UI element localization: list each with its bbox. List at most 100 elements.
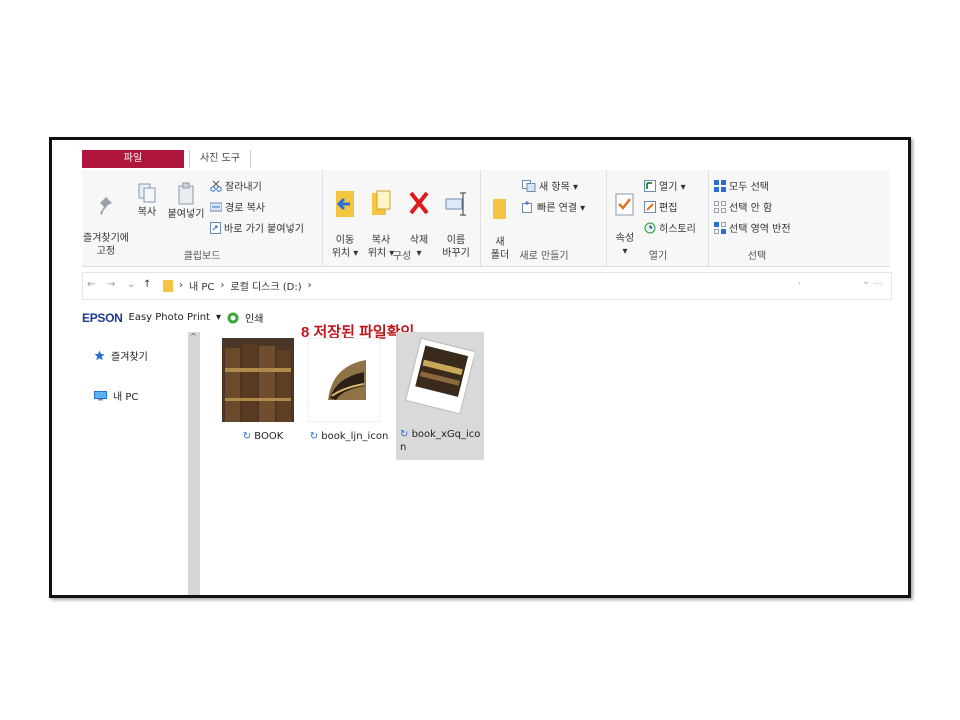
- pin-icon: [100, 197, 112, 215]
- edit-button[interactable]: 편집: [644, 199, 677, 214]
- file-name: ↻ book_xGq_ico n: [396, 428, 484, 454]
- address-trailing-dot: .: [797, 276, 801, 287]
- select-all-label: 모두 선택: [729, 182, 769, 193]
- select-none-icon: [714, 200, 726, 213]
- star-icon: [94, 350, 105, 361]
- file-item[interactable]: ↻ BOOK: [222, 334, 304, 452]
- copy-path-label: 경로 복사: [225, 203, 265, 214]
- epson-toolbar: EPSON Easy Photo Print ▾ 인쇄: [82, 310, 263, 326]
- file-thumbnail: [308, 338, 380, 422]
- file-item[interactable]: ↻ book_ljn_icon: [308, 334, 390, 452]
- folder-icon: [493, 199, 506, 219]
- address-bar[interactable]: ← → ⌄ ↑ › 내 PC › 로컬 디스크 (D:) › . ⌄ ...: [82, 272, 892, 300]
- paste-shortcut-button[interactable]: 바로 가기 붙여넣기: [210, 220, 304, 235]
- tab-file[interactable]: 파일: [82, 150, 184, 168]
- history-label: 히스토리: [659, 224, 696, 235]
- ribbon: 즐겨찾기에 고정 복사 붙여넣기 잘라내기 경로 복사 바로 가기 붙여넣기 클…: [82, 170, 890, 267]
- up-button[interactable]: ↑: [143, 279, 151, 290]
- scroll-up-arrow[interactable]: ^: [190, 332, 197, 341]
- easy-access-button[interactable]: 빠른 연결 ▾: [522, 199, 585, 214]
- file-thumbnail: [404, 337, 474, 415]
- select-all-icon: [714, 179, 726, 192]
- print-icon: [227, 312, 239, 323]
- sync-icon: ↻: [400, 429, 409, 440]
- rename-icon: [445, 192, 466, 216]
- file-item-selected[interactable]: ↻ book_xGq_ico n: [396, 332, 484, 460]
- address-dropdown[interactable]: ⌄ ...: [862, 276, 883, 287]
- properties-check-icon: [615, 193, 634, 216]
- new-group-label: 새로 만들기: [519, 251, 569, 262]
- new-group: 새 폴더 새 항목 ▾ 빠른 연결 ▾ 새로 만들기: [482, 170, 607, 266]
- breadcrumb-separator: ›: [220, 280, 225, 291]
- file-name: ↻ BOOK: [222, 430, 304, 443]
- breadcrumb-separator: ›: [307, 280, 312, 291]
- edit-icon: [644, 200, 656, 213]
- cut-label: 잘라내기: [225, 182, 262, 193]
- computer-icon: [94, 390, 107, 400]
- epson-app-button[interactable]: Easy Photo Print: [129, 312, 210, 323]
- scissors-icon: [210, 180, 222, 192]
- paste-label: 붙여넣기: [167, 209, 205, 220]
- history-icon: [644, 222, 656, 233]
- open-icon: [644, 179, 656, 192]
- history-button[interactable]: 히스토리: [644, 220, 696, 235]
- copy-path-icon: [210, 202, 222, 211]
- select-none-label: 선택 안 함: [729, 203, 773, 214]
- folder-icon: [163, 279, 173, 292]
- invert-selection-label: 선택 영역 반전: [729, 224, 791, 235]
- nav-item-this-pc[interactable]: 내 PC: [94, 388, 138, 403]
- invert-selection-button[interactable]: 선택 영역 반전: [714, 220, 791, 235]
- paste-icon: [178, 182, 194, 205]
- ribbon-tabs: 파일 홈 공유 보기 사진 도구: [82, 150, 251, 168]
- file-name-text: book_ljn_icon: [321, 431, 389, 442]
- copy-path-button[interactable]: 경로 복사: [210, 199, 265, 214]
- nav-item-favorites[interactable]: 즐겨찾기: [94, 348, 148, 363]
- copy-button[interactable]: 복사: [132, 182, 162, 219]
- new-item-label: 새 항목 ▾: [539, 182, 578, 193]
- copy-icon: [138, 183, 156, 203]
- select-none-button[interactable]: 선택 안 함: [714, 199, 772, 214]
- chevron-down-icon[interactable]: ▾: [216, 312, 221, 323]
- file-name-text: book_xGq_ico n: [400, 429, 481, 453]
- clipboard-group: 즐겨찾기에 고정 복사 붙여넣기 잘라내기 경로 복사 바로 가기 붙여넣기 클…: [82, 170, 323, 266]
- open-label: 열기 ▾: [659, 182, 686, 193]
- back-button[interactable]: ←: [87, 279, 95, 290]
- copy-label: 복사: [137, 207, 157, 218]
- file-name-text: BOOK: [254, 431, 284, 442]
- tab-picture-tools[interactable]: 사진 도구: [190, 150, 251, 168]
- open-group: 속성 ▾ 열기 ▾ 편집 히스토리 열기: [608, 170, 709, 266]
- breadcrumb-local-disk[interactable]: 로컬 디스크 (D:): [230, 278, 301, 293]
- nav-item-label: 즐겨찾기: [111, 352, 148, 363]
- edit-label: 편집: [659, 203, 678, 214]
- organize-group-label: 구성: [392, 251, 412, 262]
- breadcrumb-separator: ›: [179, 280, 183, 291]
- move-to-icon: [336, 191, 354, 217]
- forward-button[interactable]: →: [107, 279, 115, 290]
- explorer-window: 파일 홈 공유 보기 사진 도구 즐겨찾기에 고정 복사 붙여넣기 잘라내기: [49, 137, 911, 598]
- invert-selection-icon: [714, 221, 726, 234]
- nav-scrollbar[interactable]: ^: [188, 332, 200, 595]
- open-button[interactable]: 열기 ▾: [644, 178, 686, 193]
- breadcrumb: › 내 PC › 로컬 디스크 (D:) ›: [163, 278, 312, 293]
- delete-x-icon: [409, 191, 429, 215]
- select-all-button[interactable]: 모두 선택: [714, 178, 769, 193]
- file-thumbnail: [222, 338, 294, 422]
- print-button[interactable]: 인쇄: [245, 310, 263, 325]
- easy-access-label: 빠른 연결 ▾: [537, 203, 586, 214]
- recent-locations-button[interactable]: ⌄: [127, 279, 135, 290]
- easy-access-icon: [522, 200, 532, 213]
- clipboard-group-label: 클립보드: [183, 251, 221, 262]
- paste-button[interactable]: 붙여넣기: [166, 182, 206, 221]
- new-item-icon: [522, 179, 536, 192]
- navigation-pane: 즐겨찾기 내 PC: [82, 332, 187, 592]
- sync-icon: ↻: [309, 431, 319, 442]
- sync-icon: ↻: [242, 431, 252, 442]
- new-item-button[interactable]: 새 항목 ▾: [522, 178, 578, 193]
- select-group: 모두 선택 선택 안 함 선택 영역 반전 선택: [710, 170, 804, 266]
- paste-shortcut-icon: [210, 221, 221, 234]
- organize-group: 이동 위치 ▾ 복사 위치 ▾ 삭제 ▾ 이름 바꾸기 구성: [324, 170, 481, 266]
- breadcrumb-this-pc[interactable]: 내 PC: [189, 278, 214, 293]
- select-group-label: 선택: [747, 251, 767, 262]
- copy-to-icon: [372, 190, 391, 215]
- cut-button[interactable]: 잘라내기: [210, 178, 262, 193]
